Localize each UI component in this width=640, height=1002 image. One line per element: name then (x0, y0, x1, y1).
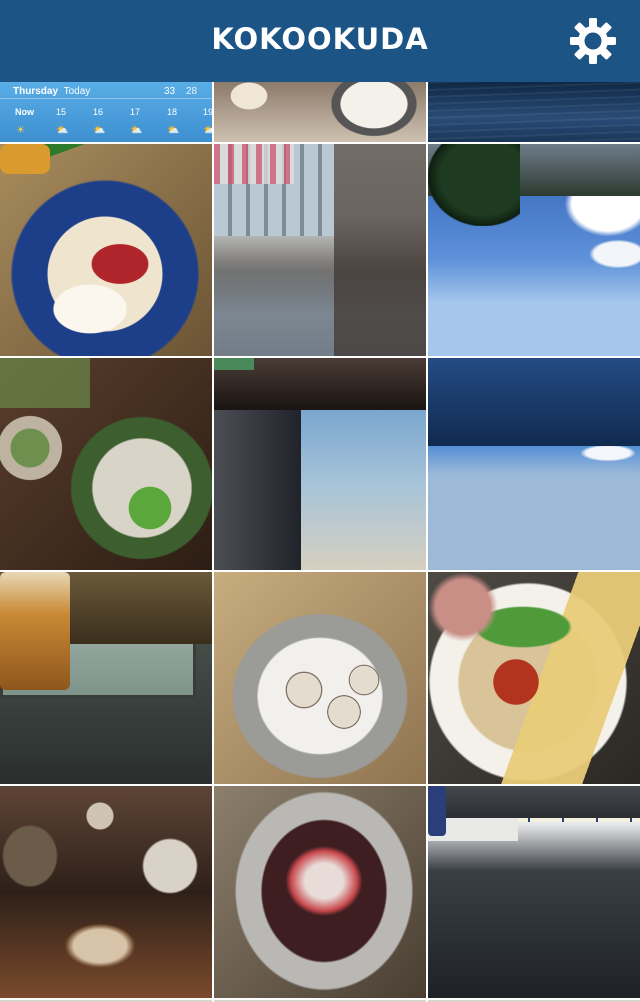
photo-tile-fish-market-entrance[interactable] (428, 786, 640, 998)
partly-cloudy-icon: ⛅ (56, 125, 69, 136)
weather-day: Thursday (13, 86, 59, 97)
weather-high: 33 (164, 86, 176, 97)
weather-low: 28 (186, 86, 198, 97)
partly-cloudy-icon: ⛅ (93, 125, 106, 136)
weather-today: Today (63, 86, 91, 97)
photo-tile-bowls-on-table[interactable] (214, 82, 426, 142)
page-title: KOKOOKUDA (211, 22, 429, 56)
photo-grid: Thursday Today 33 28 Now 15 16 17 18 19 … (0, 82, 640, 1002)
weather-hour: 15 (56, 107, 67, 117)
weather-hour: Now (15, 107, 34, 117)
sun-icon: ☀ (16, 125, 25, 136)
photo-tile-airport-window-with-beer[interactable] (0, 572, 212, 784)
photo-tile-sea-surface[interactable] (428, 82, 640, 142)
photo-tile-noodle-plate-with-toppings[interactable] (428, 572, 640, 784)
photo-tile-weather-forecast-screenshot[interactable]: Thursday Today 33 28 Now 15 16 17 18 19 … (0, 82, 212, 142)
photo-tile-char-siu-rice-with-fried-eggs[interactable] (0, 144, 212, 356)
photo-tile-fish-head-in-bowl[interactable] (214, 786, 426, 998)
photo-tile-green-peas-in-bowl[interactable] (0, 358, 212, 570)
gear-icon[interactable] (566, 14, 620, 68)
weather-divider (0, 98, 212, 99)
photo-tile-wet-market-corridor[interactable] (214, 144, 426, 356)
weather-hour: 19 (203, 107, 212, 117)
app-header: KOKOOKUDA (0, 0, 640, 82)
weather-hour: 18 (167, 107, 178, 117)
partly-cloudy-icon: ⛅ (203, 125, 212, 136)
weather-hour: 16 (93, 107, 104, 117)
photo-tile-harbor-boats-mountains[interactable] (428, 358, 640, 570)
photo-tile-sea-urchin-cans-in-bucket[interactable] (214, 572, 426, 784)
partly-cloudy-icon: ⛅ (167, 125, 180, 136)
photo-tile-city-street-between-buildings[interactable] (214, 358, 426, 570)
partly-cloudy-icon: ⛅ (130, 125, 143, 136)
photo-tile-ceramic-pots-on-counter[interactable] (0, 786, 212, 998)
photo-tile-blue-sky-clouds-hillside[interactable] (428, 144, 640, 356)
weather-hour: 17 (130, 107, 141, 117)
